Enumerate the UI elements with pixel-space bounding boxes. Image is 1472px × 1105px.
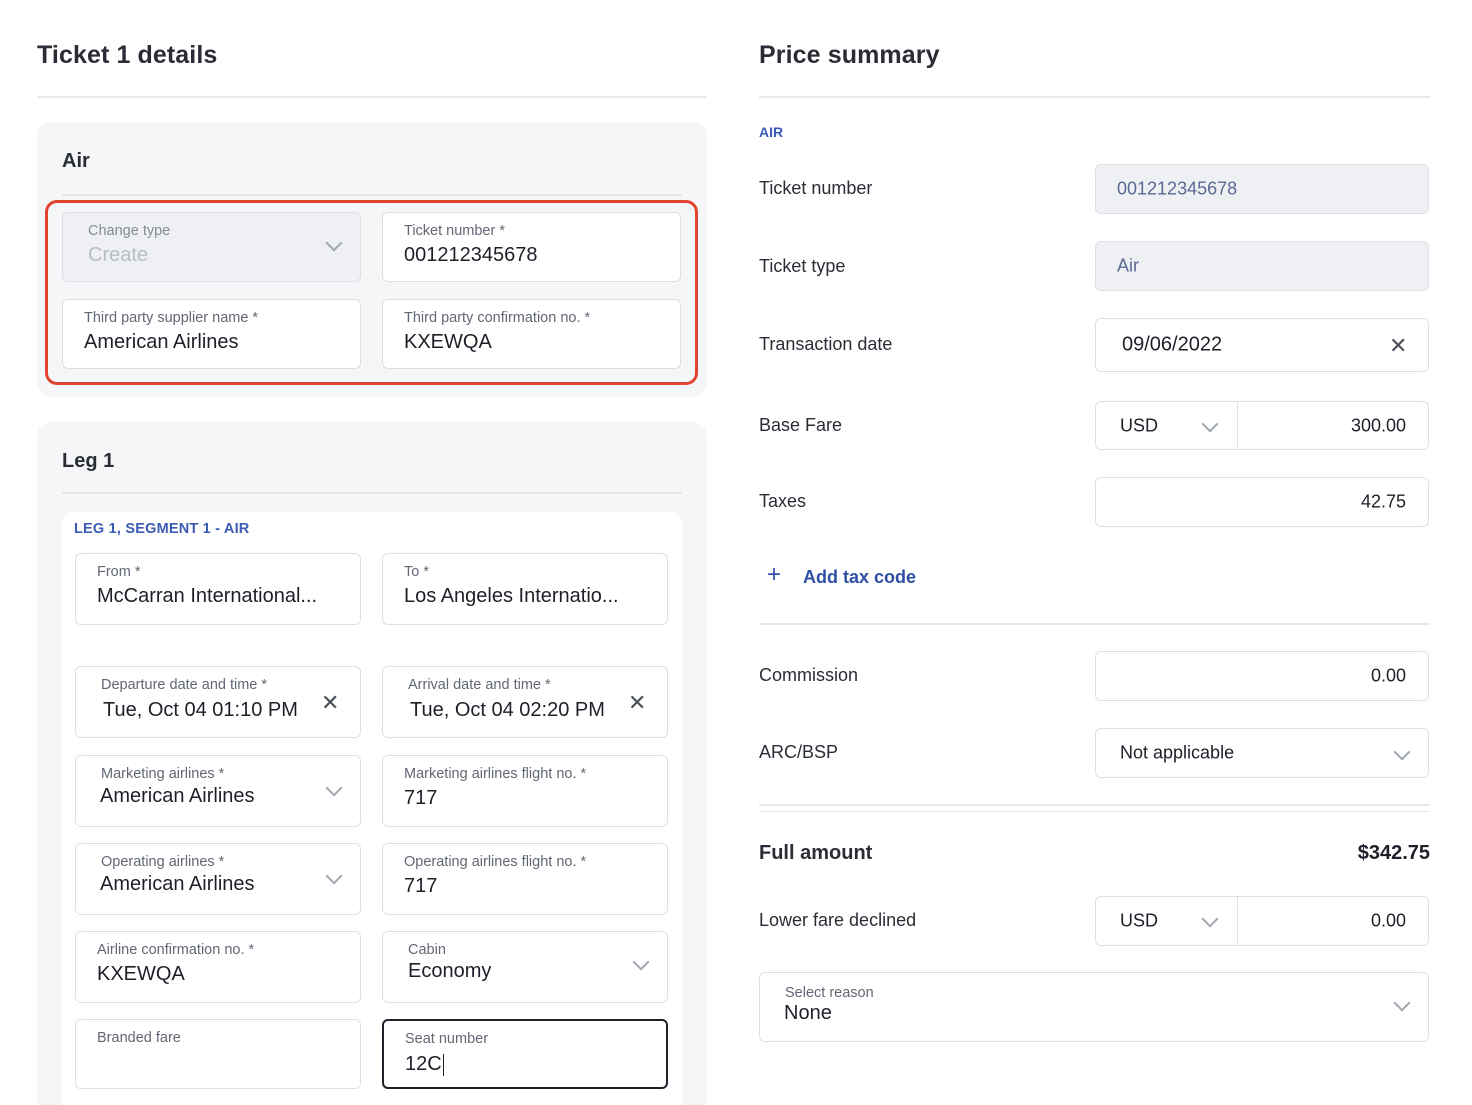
ticket-number-value: 001212345678 <box>1117 178 1238 199</box>
from-label: From * <box>97 564 141 580</box>
section-tag: AIR <box>759 124 784 140</box>
from-value: McCarran International... <box>97 585 318 607</box>
branded-fare-label: Branded fare <box>97 1030 181 1046</box>
chevron-down-icon <box>1393 743 1411 761</box>
close-icon[interactable]: ✕ <box>1389 335 1407 357</box>
to-field[interactable]: To * Los Angeles Internatio... <box>382 553 668 625</box>
base-fare-amount: 300.00 <box>1350 415 1406 435</box>
branded-fare-field[interactable]: Branded fare <box>75 1019 361 1089</box>
ticket-number-field[interactable]: 001212345678 <box>1095 164 1429 214</box>
ticket-type-value: Air <box>1117 255 1139 276</box>
ticket-type-field[interactable]: Air <box>1095 241 1429 291</box>
highlight-box <box>45 200 698 385</box>
taxes-amount: 42.75 <box>1360 491 1406 512</box>
select-reason-select[interactable]: Select reason None <box>759 972 1429 1042</box>
arc-bsp-value: Not applicable <box>1120 742 1235 763</box>
divider <box>759 804 1430 806</box>
chevron-down-icon <box>1201 415 1219 433</box>
arc-bsp-select[interactable]: Not applicable <box>1095 728 1429 778</box>
leg-card-title: Leg 1 <box>62 450 115 472</box>
to-label: To * <box>404 564 429 580</box>
close-icon[interactable]: ✕ <box>321 692 339 714</box>
select-reason-label: Select reason <box>785 985 874 1001</box>
seat-number-field[interactable]: Seat number 12C <box>382 1019 668 1089</box>
segment-label: LEG 1, SEGMENT 1 - AIR <box>74 521 250 537</box>
operating-flight-field[interactable]: Operating airlines flight no. * 717 <box>382 843 668 915</box>
arc-bsp-label: ARC/BSP <box>759 742 839 762</box>
lower-fare-amount-field[interactable]: 0.00 <box>1237 896 1429 946</box>
operating-airline-value: American Airlines <box>100 873 255 895</box>
base-fare-currency: USD <box>1120 415 1159 435</box>
airline-confirmation-value: KXEWQA <box>97 963 185 985</box>
airline-confirmation-field[interactable]: Airline confirmation no. * KXEWQA <box>75 931 361 1003</box>
ticket-details-title: Ticket 1 details <box>37 41 218 69</box>
air-card-title: Air <box>62 150 90 172</box>
taxes-label: Taxes <box>759 491 807 511</box>
base-fare-amount-field[interactable]: 300.00 <box>1237 401 1429 450</box>
operating-flight-label: Operating airlines flight no. * <box>404 854 587 870</box>
transaction-date-value: 09/06/2022 <box>1122 333 1223 356</box>
to-value: Los Angeles Internatio... <box>404 585 619 607</box>
select-reason-value: None <box>784 1002 832 1024</box>
operating-flight-value: 717 <box>404 875 438 897</box>
operating-airline-label: Operating airlines * <box>101 854 225 870</box>
price-summary-title: Price summary <box>759 41 940 69</box>
chevron-down-icon <box>1393 994 1411 1012</box>
arrival-value: Tue, Oct 04 02:20 PM <box>410 699 605 721</box>
from-field[interactable]: From * McCarran International... <box>75 553 361 625</box>
marketing-airline-label: Marketing airlines * <box>101 766 225 782</box>
cabin-label: Cabin <box>408 942 446 958</box>
commission-label: Commission <box>759 665 859 685</box>
cabin-value: Economy <box>408 960 492 982</box>
transaction-date-label: Transaction date <box>759 334 893 354</box>
divider <box>37 96 707 98</box>
divider <box>759 811 1430 812</box>
full-amount-value: $342.75 <box>1357 842 1430 864</box>
divider <box>759 623 1430 625</box>
lower-fare-currency: USD <box>1120 910 1159 931</box>
commission-field[interactable]: 0.00 <box>1095 651 1429 701</box>
lower-fare-currency-select[interactable]: USD <box>1095 896 1238 946</box>
base-fare-currency-select[interactable]: USD <box>1095 401 1238 450</box>
marketing-flight-label: Marketing airlines flight no. * <box>404 766 587 782</box>
operating-airline-select[interactable]: Operating airlines * American Airlines <box>75 843 361 915</box>
lower-fare-label: Lower fare declined <box>759 910 917 930</box>
add-tax-code-label: Add tax code <box>803 567 917 587</box>
taxes-field[interactable]: 42.75 <box>1095 477 1429 527</box>
text-caret <box>442 1053 444 1076</box>
marketing-flight-value: 717 <box>404 787 438 809</box>
divider <box>62 194 682 196</box>
cabin-select[interactable]: Cabin Economy <box>382 931 668 1003</box>
airline-confirmation-label: Airline confirmation no. * <box>97 942 255 958</box>
marketing-airline-select[interactable]: Marketing airlines * American Airlines <box>75 755 361 827</box>
seat-number-label: Seat number <box>405 1031 489 1047</box>
divider <box>62 492 682 494</box>
chevron-down-icon <box>632 953 650 971</box>
departure-field[interactable]: Departure date and time * Tue, Oct 04 01… <box>75 666 361 738</box>
marketing-airline-value: American Airlines <box>100 785 255 807</box>
plus-icon: + <box>767 561 782 588</box>
departure-value: Tue, Oct 04 01:10 PM <box>103 699 298 721</box>
arrival-label: Arrival date and time * <box>408 677 551 693</box>
chevron-down-icon <box>325 779 343 797</box>
transaction-date-field[interactable]: 09/06/2022 ✕ <box>1095 318 1429 372</box>
chevron-down-icon <box>325 867 343 885</box>
departure-label: Departure date and time * <box>101 677 268 693</box>
arrival-field[interactable]: Arrival date and time * Tue, Oct 04 02:2… <box>382 666 668 738</box>
full-amount-label: Full amount <box>759 842 873 864</box>
chevron-down-icon <box>1201 910 1219 928</box>
ticket-type-label: Ticket type <box>759 256 846 276</box>
marketing-flight-field[interactable]: Marketing airlines flight no. * 717 <box>382 755 668 827</box>
ticket-number-label: Ticket number <box>759 178 873 198</box>
base-fare-label: Base Fare <box>759 415 843 435</box>
close-icon[interactable]: ✕ <box>628 692 646 714</box>
seat-number-value: 12C <box>405 1053 444 1076</box>
lower-fare-amount: 0.00 <box>1370 910 1406 931</box>
commission-amount: 0.00 <box>1370 665 1406 686</box>
divider <box>759 96 1430 98</box>
